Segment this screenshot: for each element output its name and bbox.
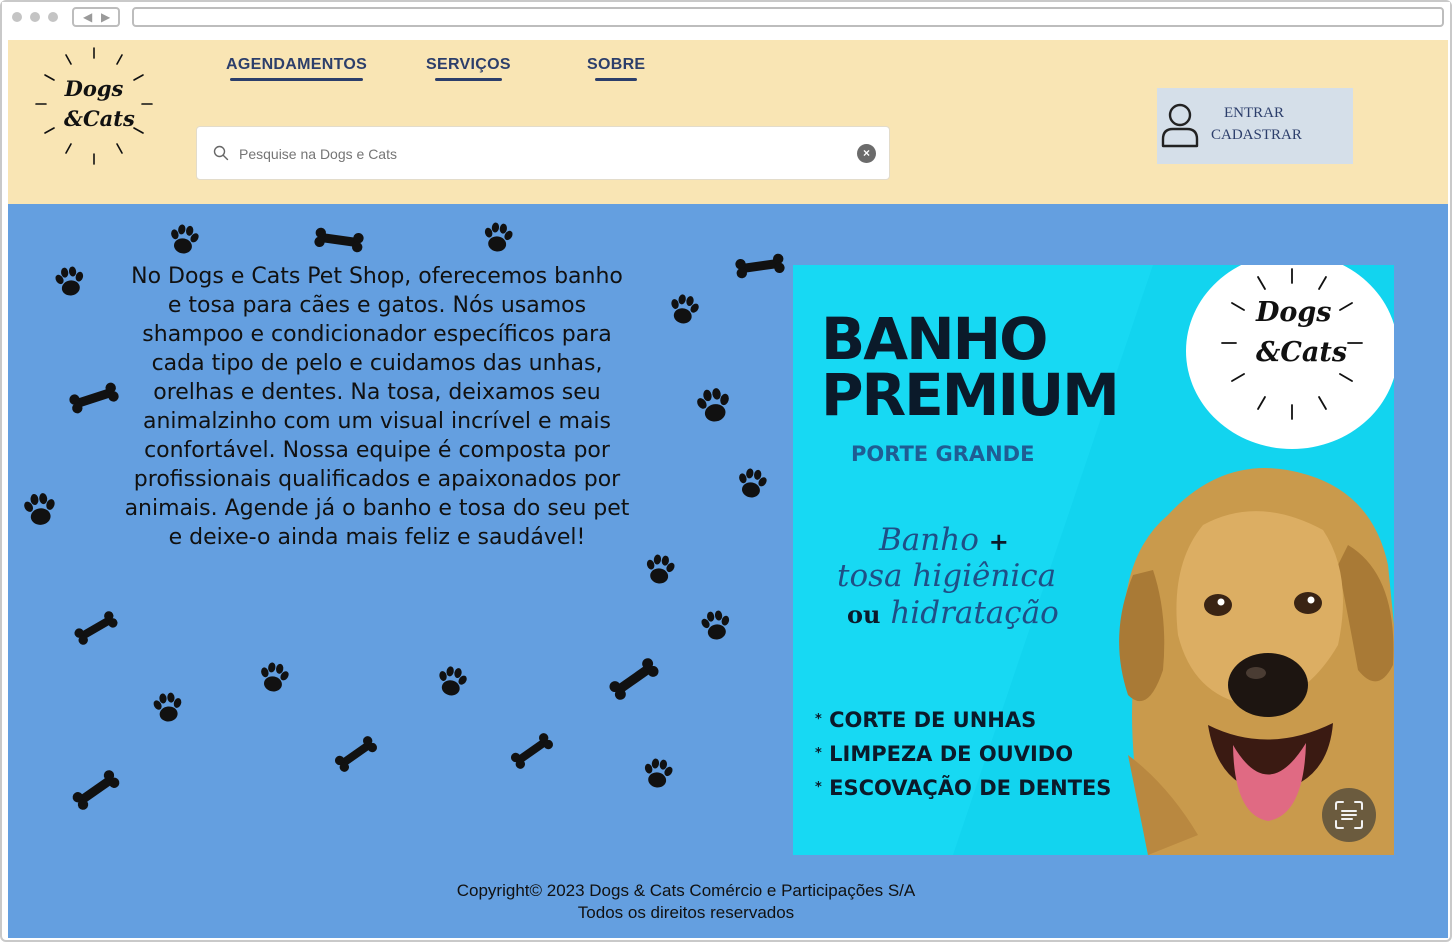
promo-list-text: CORTE DE UNHAS [829,708,1037,732]
script-banho: Banho [879,522,979,558]
paw-icon [666,292,703,327]
promo-script-line1: Banho + [879,522,1009,558]
promo-list-text: LIMPEZA DE OUVIDO [829,742,1074,766]
promo-title: BANHO PREMIUM [821,305,1120,429]
logo-text: Dogs &Cats [64,74,135,134]
script-ou: ou [847,600,881,629]
cadastrar-link[interactable]: CADASTRAR [1211,127,1302,144]
entrar-link[interactable]: ENTRAR [1224,105,1284,122]
visual-search-button[interactable] [1322,788,1376,842]
main-section: No Dogs e Cats Pet Shop, oferecemos banh… [8,204,1448,938]
promo-script-line2: tosa higiênica [837,558,1057,594]
bone-icon [607,656,661,702]
bone-icon [333,734,379,774]
logo-line-dogs: Dogs [64,76,124,101]
promo-list-item: * ESCOVAÇÃO DE DENTES [815,776,1112,800]
account-box[interactable]: ENTRAR CADASTRAR [1157,88,1353,164]
window-maximize-dot[interactable] [48,12,58,22]
bone-icon [313,227,365,253]
address-bar[interactable] [132,7,1444,27]
bone-icon [734,253,786,279]
site-header: Dogs &Cats AGENDAMENTOS SERVIÇOS SOBRE × [8,40,1448,204]
nav-servicos-label: SERVIÇOS [426,56,511,73]
search-bar: × [196,126,890,180]
promo-subtitle: PORTE GRANDE [851,442,1035,466]
search-icon [213,145,229,161]
footer-copyright: Copyright© 2023 Dogs & Cats Comércio e P… [456,881,916,900]
browser-chrome: ◀ ▶ [2,2,1450,36]
nav-servicos[interactable]: SERVIÇOS [426,56,511,81]
back-arrow-icon[interactable]: ◀ [83,10,92,24]
promo-list-item: * CORTE DE UNHAS [815,708,1037,732]
paw-icon [698,609,734,642]
paw-icon [640,757,676,790]
paw-icon [151,691,185,724]
bone-icon [72,609,120,647]
window-close-dot[interactable] [12,12,22,22]
scan-icon [1335,801,1363,829]
logo-line-cats: &Cats [64,106,135,131]
browser-window: ◀ ▶ Dogs &Cats AGENDAMENTOS SERVIÇOS SOB… [0,0,1452,942]
script-plus: + [988,527,1009,556]
promo-title-line1: BANHO [821,305,1048,373]
user-icon [1161,103,1199,148]
badge-line-cats: &Cats [1256,337,1348,368]
history-nav: ◀ ▶ [72,7,120,27]
nav-underline [435,78,502,81]
nav-sobre[interactable]: SOBRE [587,56,646,81]
nav-underline [595,78,638,81]
clear-search-icon[interactable]: × [857,144,876,163]
nav-agendamentos-label: AGENDAMENTOS [226,56,368,73]
promo-services-list: * CORTE DE UNHAS * LIMPEZA DE OUVIDO * E… [815,703,1111,805]
paw-icon [734,466,770,500]
bone-icon [509,731,555,771]
paw-icon [434,664,471,699]
promo-logo-badge: Dogs &Cats [1186,265,1394,449]
paw-icon [480,221,516,254]
footer-rights: Todos os direitos reservados [577,903,795,922]
paw-icon [166,222,202,256]
promo-list-text: ESCOVAÇÃO DE DENTES [829,776,1112,800]
paw-icon [52,265,88,298]
bone-icon [67,381,121,415]
paw-icon [21,491,59,527]
nav-underline [230,78,364,81]
paw-icon [693,385,735,425]
promo-title-line2: PREMIUM [821,361,1120,429]
badge-line-dogs: Dogs [1256,297,1332,328]
nav-agendamentos[interactable]: AGENDAMENTOS [226,56,368,81]
window-minimize-dot[interactable] [30,12,40,22]
site-footer: Copyright© 2023 Dogs & Cats Comércio e P… [8,880,1364,924]
badge-text: Dogs &Cats [1256,293,1348,373]
paw-icon [642,553,678,586]
paw-icon [256,660,292,694]
promo-script-line3: ou hidratação [847,595,1059,631]
about-description: No Dogs e Cats Pet Shop, oferecemos banh… [124,264,630,550]
nav-sobre-label: SOBRE [587,56,646,73]
search-input[interactable] [239,141,839,167]
promo-list-item: * LIMPEZA DE OUVIDO [815,742,1074,766]
bone-icon [70,768,122,812]
forward-arrow-icon[interactable]: ▶ [101,10,110,24]
script-hidratacao: hidratação [890,595,1059,631]
logo[interactable]: Dogs &Cats [34,42,154,165]
promo-banner[interactable]: BANHO PREMIUM PORTE GRANDE Banho + tosa … [793,265,1394,855]
